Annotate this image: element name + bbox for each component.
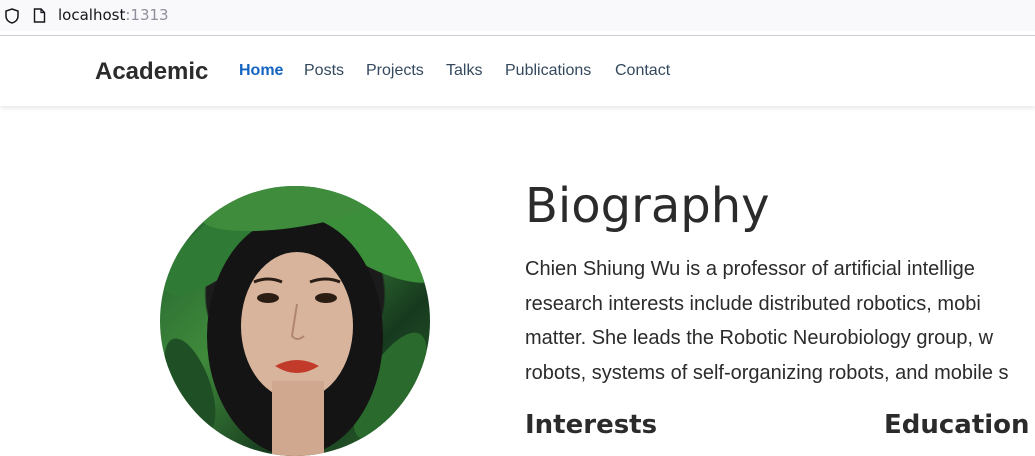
- nav-publications[interactable]: Publications: [505, 62, 591, 80]
- biography-line: research interests include distributed r…: [525, 292, 981, 315]
- biography-line: robots, systems of self-organizing robot…: [525, 361, 1009, 384]
- education-heading: Education: [884, 410, 1030, 440]
- nav-contact[interactable]: Contact: [615, 62, 670, 80]
- url-port: :1313: [125, 6, 169, 24]
- site-navbar: Academic Home Posts Projects Talks Publi…: [0, 36, 1035, 106]
- nav-posts[interactable]: Posts: [304, 62, 344, 80]
- url-text[interactable]: localhost:1313: [58, 6, 169, 24]
- site-brand[interactable]: Academic: [95, 58, 208, 86]
- biography-title: Biography: [525, 178, 770, 234]
- nav-projects[interactable]: Projects: [366, 62, 424, 80]
- biography-text: Chien Shiung Wu is a professor of artifi…: [525, 252, 1035, 390]
- nav-talks[interactable]: Talks: [446, 62, 482, 80]
- shield-icon[interactable]: [5, 8, 19, 24]
- url-host: localhost: [58, 6, 126, 24]
- profile-avatar: [160, 186, 430, 456]
- nav-home[interactable]: Home: [239, 62, 283, 80]
- browser-url-bar[interactable]: localhost:1313: [0, 0, 1035, 32]
- avatar-illustration: [163, 186, 430, 456]
- biography-line: matter. She leads the Robotic Neurobiolo…: [525, 327, 994, 349]
- page-icon: [33, 8, 46, 23]
- interests-heading: Interests: [525, 410, 658, 440]
- biography-line: Chien Shiung Wu is a professor of artifi…: [525, 258, 975, 280]
